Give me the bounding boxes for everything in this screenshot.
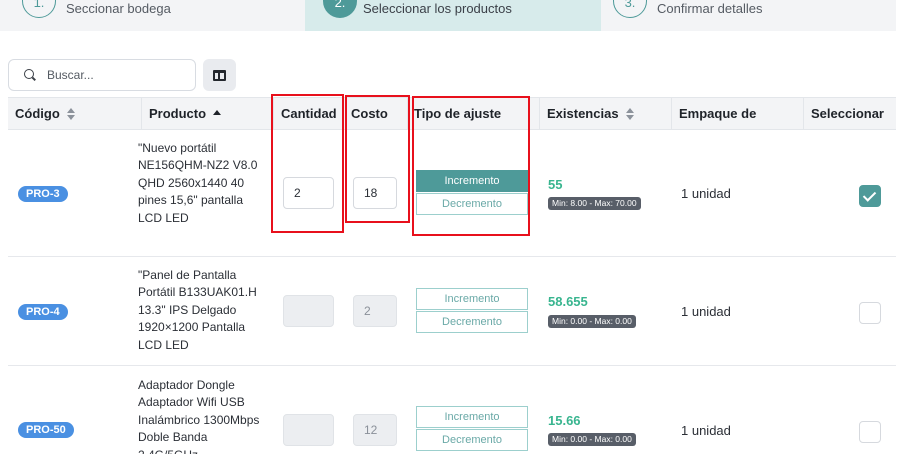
product-code-badge: PRO-50 xyxy=(18,422,74,438)
decrement-button[interactable]: Decremento xyxy=(416,429,528,451)
columns-toggle-button[interactable] xyxy=(203,59,236,91)
step-select-warehouse[interactable]: 1. Seccionar bodega xyxy=(0,0,305,31)
stock-value: 55 xyxy=(548,177,563,192)
header-label: Tipo de ajuste xyxy=(414,106,502,121)
adjustment-type-toggle: Incremento Decremento xyxy=(416,288,528,333)
header-label: Cantidad xyxy=(281,106,337,121)
header-codigo[interactable]: Código xyxy=(8,98,141,129)
step-label: Seccionar bodega xyxy=(66,1,171,16)
header-empaque: Empaque de xyxy=(671,98,803,129)
header-label: Código xyxy=(15,106,60,121)
package-unit: 1 unidad xyxy=(681,186,731,201)
increment-button[interactable]: Incremento xyxy=(416,170,528,192)
header-label: Existencias xyxy=(547,106,619,121)
quantity-input[interactable] xyxy=(283,177,334,209)
product-name: "Panel de Pantalla Portátil B133UAK01.H … xyxy=(138,268,257,352)
sort-icon xyxy=(625,107,634,120)
step-number: 1. xyxy=(22,0,56,18)
header-existencias[interactable]: Existencias xyxy=(539,98,671,129)
search-icon xyxy=(23,68,37,82)
increment-button[interactable]: Incremento xyxy=(416,406,528,428)
min-max-badge: Min: 8.00 - Max: 70.00 xyxy=(548,197,641,210)
header-producto[interactable]: Producto xyxy=(141,98,273,129)
step-confirm-details[interactable]: 3. Confirmar detalles xyxy=(601,0,896,31)
step-number: 3. xyxy=(613,0,647,18)
package-unit: 1 unidad xyxy=(681,304,731,319)
product-code-badge: PRO-3 xyxy=(18,186,68,202)
sort-asc-icon xyxy=(213,108,222,120)
search-box xyxy=(8,59,196,91)
select-checkbox[interactable] xyxy=(859,185,881,207)
table-row: PRO-4 "Panel de Pantalla Portátil B133UA… xyxy=(8,257,896,366)
header-seleccionar: Seleccionar xyxy=(803,98,896,129)
header-tipo-ajuste: Tipo de ajuste xyxy=(407,98,539,129)
increment-button[interactable]: Incremento xyxy=(416,288,528,310)
scrollbar[interactable] xyxy=(905,0,920,454)
header-costo: Costo xyxy=(343,98,407,129)
sort-icon xyxy=(66,107,75,120)
cost-input[interactable] xyxy=(353,414,397,446)
stock-value: 15.66 xyxy=(548,413,581,428)
quantity-input[interactable] xyxy=(283,295,334,327)
product-name: "Nuevo portátil NE156QHM-NZ2 V8.0 QHD 25… xyxy=(138,141,258,225)
decrement-button[interactable]: Decremento xyxy=(416,193,528,215)
step-number: 2. xyxy=(323,0,357,18)
header-label: Seleccionar xyxy=(811,106,884,121)
select-checkbox[interactable] xyxy=(859,421,881,443)
step-label: Seleccionar los productos xyxy=(363,1,512,16)
package-unit: 1 unidad xyxy=(681,423,731,438)
stock-value: 58.655 xyxy=(548,294,588,309)
step-select-products[interactable]: 2. Seleccionar los productos xyxy=(305,0,601,31)
adjustment-type-toggle: Incremento Decremento xyxy=(416,170,528,215)
table-columns-icon xyxy=(213,69,226,81)
header-label: Empaque de xyxy=(679,106,757,121)
product-code-badge: PRO-4 xyxy=(18,304,68,320)
stepper: 1. Seccionar bodega 2. Seleccionar los p… xyxy=(0,0,896,31)
step-label: Confirmar detalles xyxy=(657,1,763,16)
cost-input[interactable] xyxy=(353,295,397,327)
header-cantidad: Cantidad xyxy=(273,98,343,129)
min-max-badge: Min: 0.00 - Max: 0.00 xyxy=(548,433,636,446)
cost-input[interactable] xyxy=(353,177,397,209)
adjustment-type-toggle: Incremento Decremento xyxy=(416,406,528,451)
min-max-badge: Min: 0.00 - Max: 0.00 xyxy=(548,315,636,328)
decrement-button[interactable]: Decremento xyxy=(416,311,528,333)
product-name: Adaptador Dongle Adaptador Wifi USB Inal… xyxy=(138,378,260,454)
header-label: Costo xyxy=(351,106,388,121)
table-row: PRO-3 "Nuevo portátil NE156QHM-NZ2 V8.0 … xyxy=(8,131,896,257)
table-row: PRO-50 Adaptador Dongle Adaptador Wifi U… xyxy=(8,366,896,454)
header-label: Producto xyxy=(149,106,207,121)
select-checkbox[interactable] xyxy=(859,302,881,324)
quantity-input[interactable] xyxy=(283,414,334,446)
search-input[interactable] xyxy=(47,68,187,82)
table-header: Código Producto Cantidad Costo Tipo de a… xyxy=(8,97,896,130)
